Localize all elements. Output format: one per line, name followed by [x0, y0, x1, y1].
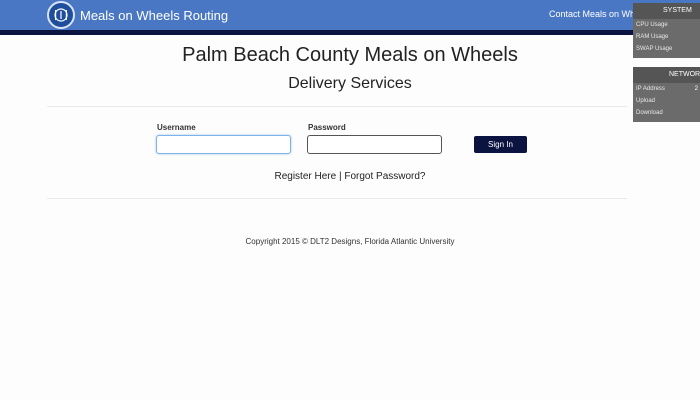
username-input[interactable] [156, 135, 291, 154]
ip-address-row: IP Address 2 [633, 83, 700, 95]
page-title: Palm Beach County Meals on Wheels [182, 44, 518, 66]
navbar: Meals on Wheels Routing Contact Meals on… [0, 0, 700, 30]
page: Meals on Wheels Routing Contact Meals on… [0, 0, 700, 400]
register-link[interactable]: Register Here [274, 171, 336, 182]
network-widget: NETWORK IP Address 2 Upload Download [633, 67, 700, 122]
divider-top [47, 106, 627, 107]
swap-usage-row: SWAP Usage [636, 46, 673, 52]
password-label: Password [308, 123, 346, 132]
ram-usage-row: RAM Usage [636, 34, 669, 40]
cpu-usage-row: CPU Usage [636, 22, 668, 28]
sign-in-button[interactable]: Sign In [474, 136, 527, 153]
footer-copyright: Copyright 2015 © DLT2 Designs, Florida A… [245, 237, 455, 246]
download-row: Download [636, 110, 663, 116]
brand-link[interactable]: Meals on Wheels Routing [47, 1, 228, 29]
username-label: Username [157, 123, 196, 132]
ip-address-value: 2 [694, 86, 698, 92]
auth-links: Register Here | Forgot Password? [0, 171, 700, 182]
forgot-password-link[interactable]: Forgot Password? [344, 171, 425, 182]
ip-address-label: IP Address [636, 86, 665, 92]
password-input[interactable] [307, 135, 442, 154]
brand-title: Meals on Wheels Routing [80, 7, 229, 23]
navbar-accent-bar [0, 30, 700, 35]
system-widget: SYSTEM CPU Usage RAM Usage SWAP Usage [633, 3, 700, 58]
system-widget-title: SYSTEM [633, 3, 700, 19]
upload-row: Upload [636, 98, 656, 104]
utensils-plate-icon [47, 1, 75, 29]
page-subtitle: Delivery Services [288, 75, 412, 92]
divider-bottom [47, 198, 627, 199]
network-widget-title: NETWORK [633, 67, 700, 83]
